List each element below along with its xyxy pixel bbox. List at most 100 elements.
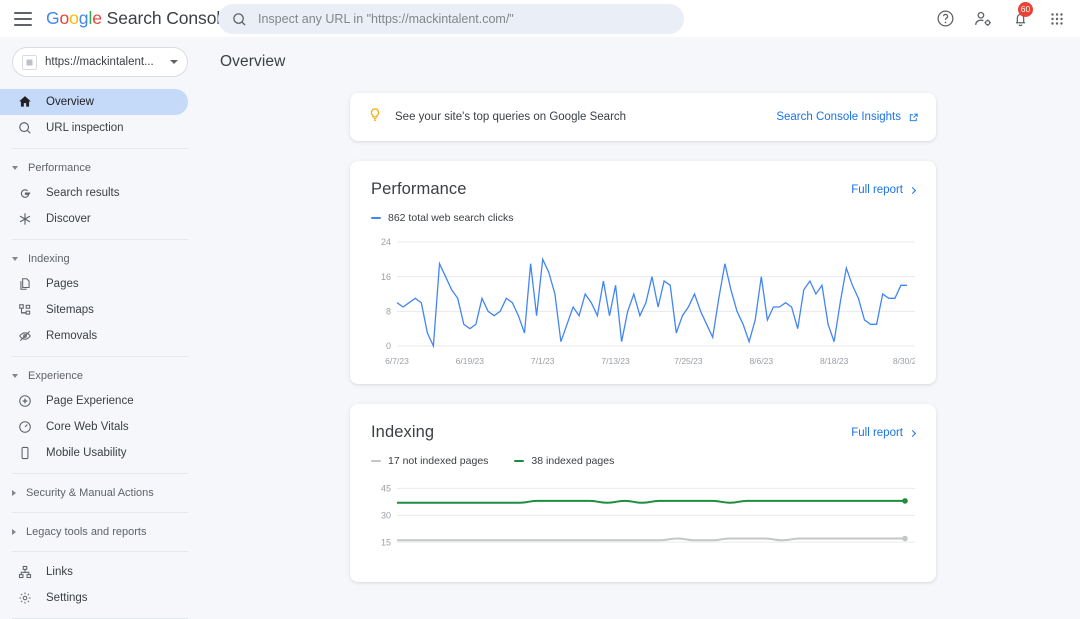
sidebar-item-label: Sitemaps [46,304,94,316]
sidebar-item-overview[interactable]: Overview [0,89,188,115]
site-selector[interactable]: https://mackintalent... [12,47,188,77]
sidebar-section-security-manual-actions[interactable]: Security & Manual Actions [0,481,200,505]
legend-item-not-indexed[interactable]: 17 not indexed pages [371,455,488,467]
help-icon[interactable] [936,9,955,28]
svg-text:24: 24 [381,237,391,247]
sidebar-section-label: Performance [28,162,91,174]
chevron-right-icon [12,529,16,535]
discover-asterisk-icon [16,212,34,226]
brand-google-text: Google [46,8,102,28]
chevron-right-icon [909,186,916,193]
chevron-right-icon [12,490,16,496]
sidebar-item-label: URL inspection [46,122,124,134]
sidebar-divider [12,512,188,513]
sidebar-item-label: Discover [46,213,91,225]
sidebar-item-label: Mobile Usability [46,447,127,459]
legend-item-indexed[interactable]: 38 indexed pages [514,455,614,467]
lightbulb-icon [367,107,383,128]
sidebar-section-performance[interactable]: Performance [0,156,200,180]
sidebar-item-label: Settings [46,592,88,604]
page-experience-icon [16,394,34,408]
apps-grid-icon[interactable] [1048,10,1066,28]
svg-text:16: 16 [381,272,391,282]
sidebar-item-label: Search results [46,187,120,199]
google-g-icon [16,186,34,200]
sidebar-section-indexing[interactable]: Indexing [0,247,200,271]
svg-text:8/6/23: 8/6/23 [749,356,773,366]
legend-label: 38 indexed pages [531,455,614,467]
sidebar-section-label: Security & Manual Actions [26,487,154,499]
sidebar-item-label: Core Web Vitals [46,421,129,433]
performance-legend: 862 total web search clicks [371,212,915,224]
sidebar-item-removals[interactable]: Removals [0,323,188,349]
hamburger-icon[interactable] [14,12,32,26]
legend-swatch [371,460,381,463]
sidebar-divider [12,148,188,149]
removals-eye-off-icon [16,329,34,343]
svg-text:8: 8 [386,307,391,317]
sidebar-item-label: Overview [46,96,94,108]
chevron-down-icon [12,374,18,378]
sidebar-section-experience[interactable]: Experience [0,364,200,388]
sidebar-item-url-inspection[interactable]: URL inspection [0,115,188,141]
top-bar: Google Search Console [0,0,1080,37]
performance-card-title: Performance [371,180,467,199]
brand-logo: Google Search Console [46,8,230,29]
sidebar-divider [12,551,188,552]
url-inspection-search-bar[interactable] [218,4,684,34]
sidebar-section-legacy-tools[interactable]: Legacy tools and reports [0,520,200,544]
svg-text:7/25/23: 7/25/23 [674,356,703,366]
svg-text:7/1/23: 7/1/23 [531,356,555,366]
sidebar-divider [12,356,188,357]
svg-text:6/7/23: 6/7/23 [385,356,409,366]
site-favicon-icon [22,55,37,70]
sidebar-section-label: Legacy tools and reports [26,526,146,538]
insights-banner-text: See your site's top queries on Google Se… [395,111,776,123]
chevron-down-icon [12,257,18,261]
sidebar-section-label: Experience [28,370,83,382]
sidebar-item-sitemaps[interactable]: Sitemaps [0,297,188,323]
indexing-card-title: Indexing [371,423,434,442]
legend-item-clicks[interactable]: 862 total web search clicks [371,212,513,224]
sidebar-item-label: Pages [46,278,79,290]
svg-text:30: 30 [381,510,391,520]
sidebar-item-label: Links [46,566,73,578]
legend-label: 862 total web search clicks [388,212,513,224]
search-icon [232,12,247,27]
search-input[interactable] [258,12,658,26]
performance-card: Performance Full report 862 total web se… [350,161,936,384]
top-bar-icons: 60 [936,0,1066,37]
site-selector-label: https://mackintalent... [45,56,170,68]
sidebar-item-discover[interactable]: Discover [0,206,188,232]
notifications-bell-icon[interactable]: 60 [1011,9,1030,28]
sidebar-item-settings[interactable]: Settings [0,585,188,611]
svg-text:0: 0 [386,341,391,351]
sidebar-item-search-results[interactable]: Search results [0,180,188,206]
legend-swatch [371,217,381,220]
sidebar-item-page-experience[interactable]: Page Experience [0,388,188,414]
indexing-full-report-link[interactable]: Full report [851,423,915,439]
links-icon [16,565,34,579]
legend-label: 17 not indexed pages [388,455,488,467]
sidebar-item-label: Page Experience [46,395,134,407]
search-console-insights-banner: See your site's top queries on Google Se… [350,93,936,141]
performance-full-report-link[interactable]: Full report [851,180,915,196]
sidebar-section-label: Indexing [28,253,70,265]
svg-text:15: 15 [381,537,391,547]
sidebar: https://mackintalent... Overview URL ins… [0,37,200,596]
full-report-label: Full report [851,184,903,196]
performance-card-header: Performance Full report [371,180,915,199]
search-console-insights-link[interactable]: Search Console Insights [776,111,919,123]
legend-swatch [514,460,524,463]
sidebar-item-pages[interactable]: Pages [0,271,188,297]
indexing-card-header: Indexing Full report [371,423,915,442]
pages-icon [16,277,34,291]
sidebar-item-links[interactable]: Links [0,559,188,585]
indexing-chart: 153045 [371,477,915,572]
sidebar-item-mobile-usability[interactable]: Mobile Usability [0,440,188,466]
chevron-right-icon [909,429,916,436]
sidebar-item-core-web-vitals[interactable]: Core Web Vitals [0,414,188,440]
mobile-device-icon [16,446,34,460]
account-settings-icon[interactable] [973,9,993,29]
sidebar-item-label: Removals [46,330,97,342]
